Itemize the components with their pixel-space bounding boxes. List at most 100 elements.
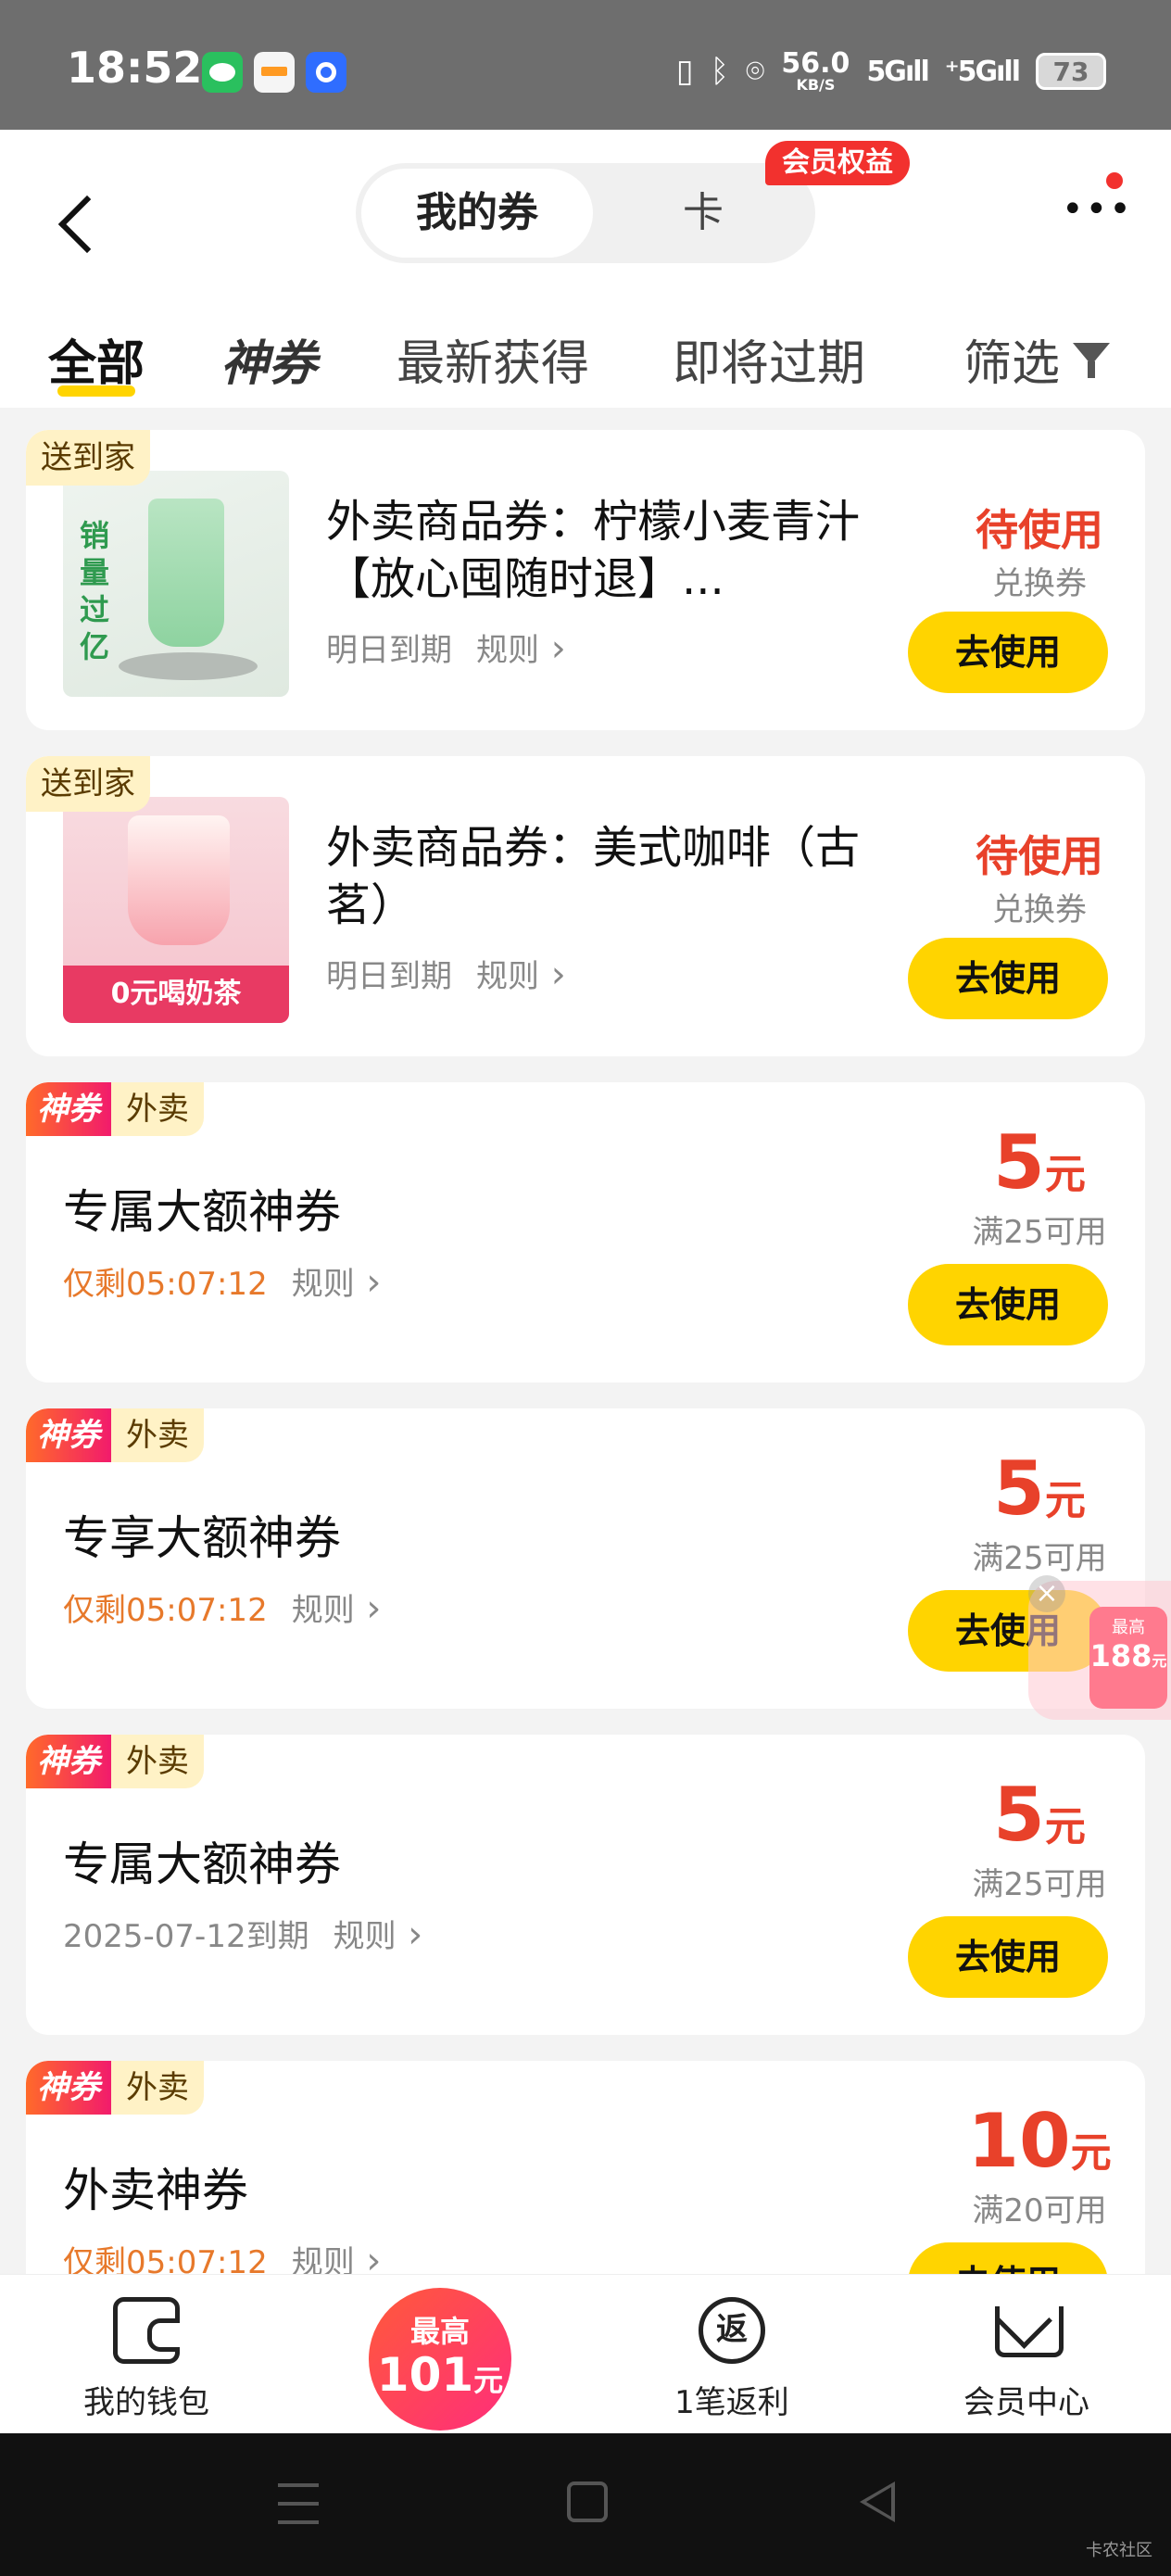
rule-link[interactable]: 规则 [476,632,566,669]
coupon-card[interactable]: 神券 外卖 专属大额神券 仅剩05:07:12 规则 5元 满25可用 去使用 [26,1082,1145,1383]
rule-link[interactable]: 规则 [292,2244,382,2274]
close-icon[interactable]: × [1028,1575,1065,1612]
product-image: 0元喝奶茶 [63,797,289,1023]
coupon-countdown: 仅剩05:07:12 [63,1592,268,1629]
filter-label: 筛选 [963,336,1061,392]
nav-rebate-label: 1笔返利 [674,2384,789,2421]
member-benefits-badge[interactable]: 会员权益 [765,141,910,185]
nav-member-center[interactable]: 会员中心 [925,2297,1128,2422]
back-triangle-icon[interactable] [860,2481,895,2522]
coupon-type: 兑换券 [992,891,1087,928]
app-notification-icon [306,52,346,93]
coupon-card[interactable]: 0元喝奶茶 送到家 外卖商品券：美式咖啡（古茗） 明日到期规则 待使用 兑换券 … [26,756,1145,1056]
wallet-icon [113,2297,180,2364]
coupon-card[interactable]: 神券 外卖 专享大额神券 仅剩05:07:12规则 5元 满25可用 去使用 [26,1408,1145,1709]
use-button[interactable]: 去使用 [908,1264,1108,1345]
category-tag: 外卖 [111,2061,204,2115]
coupon-countdown: 仅剩05:07:12 [63,2244,268,2274]
drink-base [119,652,258,680]
nav-promo-amount: 101元 [369,2351,511,2405]
use-button[interactable]: 去使用 [908,938,1108,1019]
recent-apps-icon[interactable] [278,2483,319,2524]
tab-expiring[interactable]: 即将过期 [673,324,865,394]
promo-amount: 188元 [1089,1638,1167,1673]
tab-cards[interactable]: 卡 [634,169,773,258]
drink-cup [128,815,230,945]
status-bar: 18:52 ▯ ᛒ ⌾ 56.0 KB/S 5Gıll ⁺5Gıll 73 [0,0,1171,130]
rule-link[interactable]: 规则 [292,1266,382,1303]
category-tag: 外卖 [111,1735,204,1788]
coupon-amount: 5元 [947,1447,1132,1543]
tab-shenquan[interactable]: 神券 [220,324,317,394]
nav-promo-top: 最高 [409,2314,470,2349]
filter-button[interactable]: 筛选 [963,324,1111,394]
coupon-condition: 满25可用 [972,1540,1107,1577]
drink-cup [148,499,224,647]
coupon-title: 专属大额神券 [63,1185,341,1239]
coupon-card[interactable]: 销量过亿 送到家 外卖商品券：柠檬小麦青汁【放心囤随时退】... 明日到期 规则 … [26,430,1145,730]
amount-value: 5 [993,1446,1045,1532]
coupon-amount: 5元 [947,1774,1132,1869]
vibrate-icon: ▯ [675,53,694,90]
coupon-expiry: 明日到期 [326,958,452,995]
segment-switch: 我的券 卡 [356,163,815,263]
tab-newest[interactable]: 最新获得 [397,324,589,394]
status-icons: ▯ ᛒ ⌾ 56.0 KB/S 5Gıll ⁺5Gıll 73 [676,46,1106,96]
amount-value: 5 [993,1772,1045,1858]
coupon-title: 外卖神券 [63,2164,248,2217]
amount-unit: 元 [1044,1803,1086,1850]
product-image-banner: 0元喝奶茶 [63,966,289,1023]
rule-link[interactable]: 规则 [334,1918,423,1955]
coupon-title: 专属大额神券 [63,1837,341,1891]
delivery-tag: 送到家 [26,430,150,486]
use-button[interactable]: 去使用 [908,1916,1108,1998]
use-button[interactable]: 去使用 [908,612,1108,693]
bluetooth-icon: ᛒ [710,53,729,90]
rule-link[interactable]: 规则 [292,1592,382,1629]
tab-my-coupons[interactable]: 我的券 [361,169,593,258]
bottom-nav: 我的钱包 最高 101元 返 1笔返利 会员中心 [0,2274,1171,2433]
floating-promo-card[interactable]: 最高 188元 [1089,1607,1167,1709]
coupon-tags: 神券 外卖 [26,1735,204,1788]
signal-icon-1: 5Gıll [866,55,929,88]
coupon-tags: 神券 外卖 [26,2061,204,2115]
nav-rebate[interactable]: 返 1笔返利 [630,2297,834,2422]
coupon-status: 待使用 [976,831,1103,881]
promo-top-text: 最高 [1112,1618,1145,1637]
nav-promo-value: 101 [376,2348,474,2402]
back-button[interactable] [50,185,106,259]
coupon-meta: 仅剩05:07:12 规则 [63,1585,381,1630]
wechat-icon [202,52,243,93]
shenquan-tag: 神券 [26,1735,111,1788]
notification-dot [1106,172,1123,189]
coupon-title: 外卖商品券：柠檬小麦青汁【放心囤随时退】... [326,496,861,605]
nav-promo-button[interactable]: 最高 101元 [369,2288,511,2431]
shenquan-tag: 神券 [26,1408,111,1462]
coupon-type: 兑换券 [992,565,1087,602]
watermark: 卡农社区 [1086,2541,1152,2560]
coupon-tags: 神券 外卖 [26,1408,204,1462]
signal-label-1: 5G [866,55,906,88]
coupon-meta: 明日到期 规则 [326,951,566,996]
coupon-card[interactable]: 神券 外卖 专属大额神券 2025-07-12到期规则 5元 满25可用 去使用 [26,1735,1145,2035]
net-speed-unit: KB/S [796,76,836,94]
nav-wallet[interactable]: 我的钱包 [44,2297,248,2422]
signal-icon-2: ⁺5Gıll [944,55,1021,88]
coupon-card[interactable]: 神券 外卖 外卖神券 仅剩05:07:12 规则 10元 满20可用 去使用 [26,2061,1145,2274]
delivery-tag: 送到家 [26,756,150,812]
coupon-countdown: 仅剩05:07:12 [63,1266,268,1303]
home-icon[interactable] [567,2481,608,2522]
amount-value: 10 [967,2098,1071,2184]
filter-icon [1073,339,1111,380]
product-image-text: 销量过亿 [80,518,110,664]
more-icon[interactable]: ••• [1062,191,1131,234]
use-button[interactable]: 去使用 [908,2242,1108,2274]
header: 我的券 卡 会员权益 ••• 全部 神券 最新获得 即将过期 筛选 [0,130,1171,408]
signal-label-2: ⁺5G [944,55,998,88]
tab-all[interactable]: 全部 [48,324,145,394]
rule-link[interactable]: 规则 [476,958,566,995]
coupon-title: 专享大额神券 [63,1511,341,1565]
coupon-list: 销量过亿 送到家 外卖商品券：柠檬小麦青汁【放心囤随时退】... 明日到期 规则 … [0,408,1171,2274]
coupon-meta: 明日到期 规则 [326,625,566,670]
promo-amount-unit: 元 [1152,1652,1167,1670]
